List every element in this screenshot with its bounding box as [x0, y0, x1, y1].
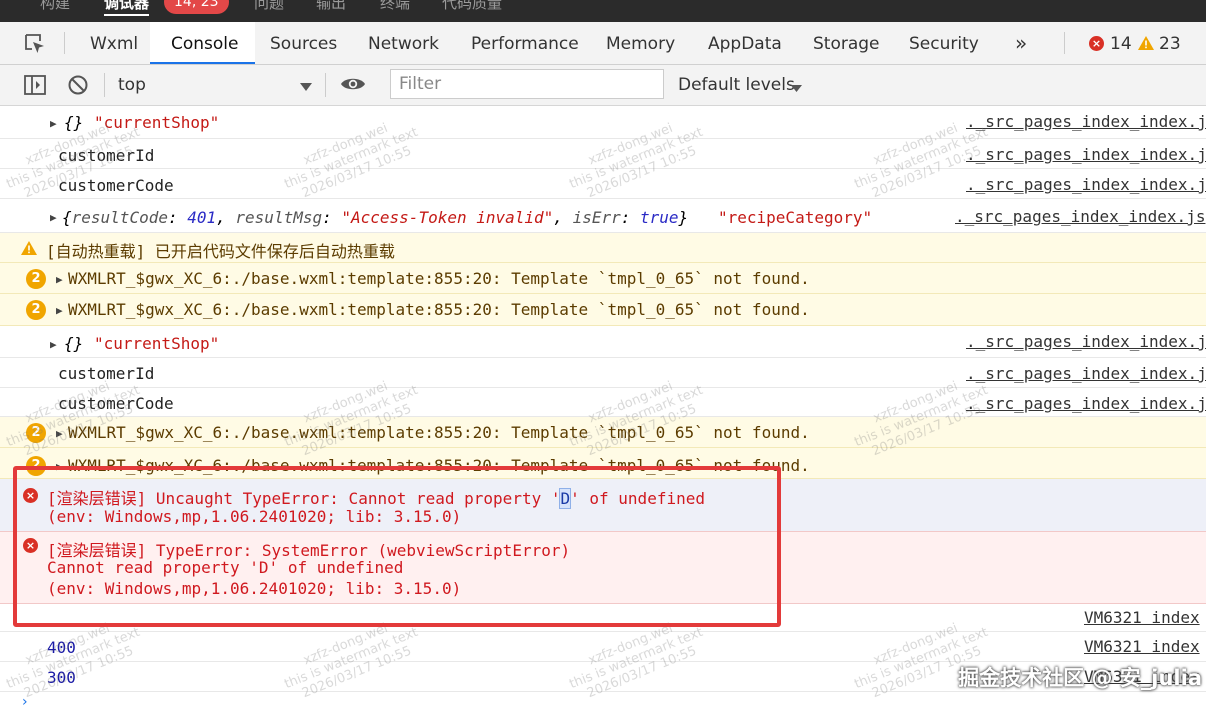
object-preview[interactable]: {}	[64, 334, 83, 353]
log-row: ▶ {resultCode: 401, resultMsg: "Access-T…	[0, 199, 1206, 233]
object-preview[interactable]: {}	[64, 113, 83, 132]
tab-wxml[interactable]: Wxml	[90, 34, 138, 54]
log-text: customerId	[58, 364, 155, 383]
repeat-count-badge: 2	[26, 300, 46, 320]
warning-icon	[20, 240, 38, 260]
warning-count-icon[interactable]	[1137, 35, 1155, 55]
log-row: customerCode ._src_pages_index_index.j	[0, 169, 1206, 199]
filter-input[interactable]	[390, 69, 664, 99]
repeat-count-badge: 2	[26, 423, 46, 443]
log-row: 400 VM6321 index	[0, 632, 1206, 662]
divider	[1064, 32, 1065, 54]
error-highlight-box	[13, 466, 781, 627]
tab-build[interactable]: 构建	[40, 0, 70, 13]
issues-count-badge: 14, 23	[164, 0, 229, 14]
source-link[interactable]: ._src_pages_index_index.j	[966, 175, 1206, 194]
log-row: customerCode ._src_pages_index_index.j	[0, 388, 1206, 417]
error-count[interactable]: 14	[1110, 34, 1132, 54]
console-prompt-chevron-icon[interactable]: ›	[22, 694, 28, 710]
log-levels-dropdown[interactable]: Default levels	[678, 69, 808, 99]
chevron-down-icon	[300, 77, 312, 96]
log-number: 300	[47, 668, 76, 687]
log-text: customerCode	[58, 394, 174, 413]
warning-row: 2 ▶ WXMLRT_$gwx_XC_6:./base.wxml:templat…	[0, 417, 1206, 448]
warning-row: 2 ▶ WXMLRT_$gwx_XC_6:./base.wxml:templat…	[0, 294, 1206, 326]
expand-triangle-icon[interactable]: ▶	[56, 427, 63, 440]
expand-triangle-icon[interactable]: ▶	[50, 338, 57, 351]
warning-text: WXMLRT_$gwx_XC_6:./base.wxml:template:85…	[68, 269, 810, 288]
log-row: customerId ._src_pages_index_index.j	[0, 139, 1206, 169]
source-link[interactable]: ._src_pages_index_index.j	[966, 145, 1206, 164]
tab-performance[interactable]: Performance	[471, 34, 579, 54]
object-preview[interactable]: {resultCode: 401, resultMsg: "Access-Tok…	[62, 208, 688, 227]
chevron-down-icon	[791, 78, 802, 97]
source-link[interactable]: ._src_pages_index_index.j	[966, 364, 1206, 383]
warning-row: 2 ▶ WXMLRT_$gwx_XC_6:./base.wxml:templat…	[0, 263, 1206, 294]
log-string: "recipeCategory"	[718, 208, 873, 227]
divider	[104, 73, 105, 97]
log-row: ▶ {} "currentShop" ._src_pages_index_ind…	[0, 106, 1206, 139]
divider	[64, 32, 65, 54]
error-count-icon[interactable]: ×	[1089, 36, 1104, 51]
log-row: customerId ._src_pages_index_index.j	[0, 358, 1206, 388]
clear-console-icon[interactable]	[67, 74, 89, 100]
source-link[interactable]: ._src_pages_index_index.js	[955, 207, 1205, 226]
tab-security[interactable]: Security	[909, 34, 979, 54]
log-text: customerCode	[58, 176, 174, 195]
log-levels-label: Default levels	[678, 75, 795, 95]
context-selector[interactable]: top	[110, 69, 320, 99]
bottom-panel-tabs: 构建 调试器 14, 23 问题 输出 终端 代码质量	[0, 0, 1206, 22]
expand-triangle-icon[interactable]: ▶	[50, 117, 57, 130]
tab-output[interactable]: 输出	[316, 0, 346, 13]
log-row: ▶ {} "currentShop" ._src_pages_index_ind…	[0, 326, 1206, 358]
signature-watermark: 掘金技术社区 @ 安_julia	[958, 666, 1202, 690]
source-link[interactable]: VM6321 index	[1084, 608, 1200, 627]
divider	[325, 73, 326, 97]
console-toolbar: top Default levels	[0, 65, 1206, 106]
tab-appdata[interactable]: AppData	[708, 34, 782, 54]
warning-text: [自动热重载] 已开启代码文件保存后自动热重载	[46, 242, 395, 261]
live-expression-eye-icon[interactable]	[340, 76, 366, 96]
source-link[interactable]: ._src_pages_index_index.j	[966, 394, 1206, 413]
warning-count[interactable]: 23	[1159, 34, 1181, 54]
expand-triangle-icon[interactable]: ▶	[50, 211, 57, 224]
warning-row: [自动热重载] 已开启代码文件保存后自动热重载	[0, 233, 1206, 263]
tab-sources[interactable]: Sources	[270, 34, 337, 54]
tab-console[interactable]: Console	[171, 34, 239, 54]
expand-triangle-icon[interactable]: ▶	[56, 304, 63, 317]
tab-terminal[interactable]: 终端	[380, 0, 410, 13]
tab-debugger[interactable]: 调试器	[104, 0, 150, 16]
log-text: customerId	[58, 146, 155, 165]
log-string: "currentShop"	[94, 334, 220, 353]
sidebar-toggle-icon[interactable]	[24, 75, 46, 99]
expand-triangle-icon[interactable]: ▶	[56, 273, 63, 286]
tab-code-quality[interactable]: 代码质量	[442, 0, 502, 13]
tab-problems[interactable]: 问题	[254, 0, 284, 13]
source-link[interactable]: ._src_pages_index_index.j	[966, 112, 1206, 131]
log-number: 400	[47, 638, 76, 657]
repeat-count-badge: 2	[26, 269, 46, 289]
source-link[interactable]: VM6321 index	[1084, 637, 1200, 656]
tab-storage[interactable]: Storage	[813, 34, 880, 54]
warning-text: WXMLRT_$gwx_XC_6:./base.wxml:template:85…	[68, 423, 810, 442]
warning-text: WXMLRT_$gwx_XC_6:./base.wxml:template:85…	[68, 300, 810, 319]
log-string: "currentShop"	[94, 113, 220, 132]
tab-network[interactable]: Network	[368, 34, 439, 54]
more-tabs-chevron-icon[interactable]: »	[1015, 31, 1027, 55]
source-link[interactable]: ._src_pages_index_index.j	[966, 332, 1206, 351]
context-selector-value: top	[118, 75, 146, 95]
inspect-element-icon[interactable]	[24, 33, 46, 59]
devtools-tab-bar: Wxml Console Sources Network Performance…	[0, 22, 1206, 65]
tab-memory[interactable]: Memory	[606, 34, 675, 54]
